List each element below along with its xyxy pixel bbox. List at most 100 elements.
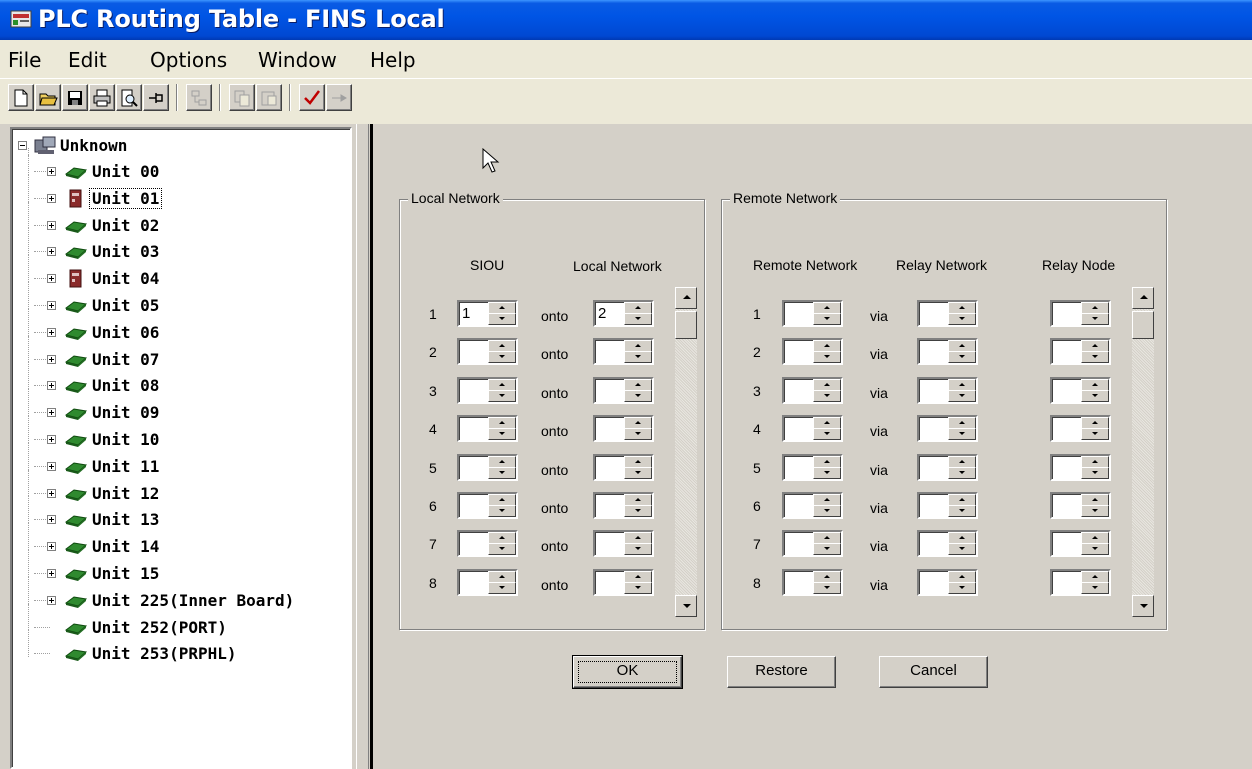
tree-item[interactable]: Unit 06 — [12, 321, 342, 347]
spin-down-icon[interactable] — [488, 581, 516, 594]
local-network-spinner[interactable] — [593, 530, 654, 558]
menu-edit[interactable]: Edit — [68, 48, 107, 72]
local-network-spinner[interactable]: 2 — [593, 300, 654, 327]
local-network-spinner[interactable] — [593, 376, 654, 404]
relay-node-spinner[interactable] — [1050, 492, 1111, 519]
spin-down-icon[interactable] — [624, 313, 652, 325]
spin-down-icon[interactable] — [1081, 389, 1109, 402]
menu-help[interactable]: Help — [370, 48, 416, 72]
spin-down-icon[interactable] — [948, 389, 976, 402]
relay-network-spinner[interactable] — [917, 376, 978, 404]
siou-spinner[interactable] — [457, 530, 518, 558]
scroll-down-button[interactable] — [1132, 595, 1154, 617]
tree-item[interactable]: Unit 08 — [12, 374, 342, 400]
relay-network-spinner[interactable] — [917, 300, 978, 327]
expand-icon[interactable] — [47, 354, 56, 364]
expand-icon[interactable] — [47, 488, 56, 498]
collapse-icon[interactable] — [18, 141, 27, 150]
print-preview-button[interactable] — [116, 84, 142, 111]
spin-down-icon[interactable] — [488, 389, 516, 402]
menu-options[interactable]: Options — [150, 48, 227, 72]
expand-icon[interactable] — [47, 595, 56, 605]
expand-icon[interactable] — [47, 274, 56, 284]
scroll-up-button[interactable] — [1132, 287, 1154, 309]
expand-icon[interactable] — [47, 220, 56, 230]
relay-node-spinner[interactable] — [1050, 376, 1111, 404]
siou-spinner-value[interactable]: 1 — [462, 305, 470, 322]
spin-down-icon[interactable] — [948, 466, 976, 479]
tree-item[interactable]: Unit 13 — [12, 508, 342, 534]
spin-down-icon[interactable] — [813, 351, 841, 364]
title-bar[interactable]: PLC Routing Table - FINS Local — [0, 0, 1252, 40]
siou-spinner[interactable]: 1 — [457, 300, 518, 327]
open-button[interactable] — [35, 84, 61, 111]
expand-icon[interactable] — [47, 381, 56, 391]
relay-network-spinner[interactable] — [917, 453, 978, 481]
relay-node-spinner[interactable] — [1050, 453, 1111, 481]
scroll-up-button[interactable] — [675, 287, 697, 309]
spin-down-icon[interactable] — [813, 505, 841, 517]
relay-network-spinner[interactable] — [917, 530, 978, 558]
spin-down-icon[interactable] — [813, 313, 841, 325]
spin-down-icon[interactable] — [813, 543, 841, 556]
expand-icon[interactable] — [47, 327, 56, 337]
siou-spinner[interactable] — [457, 338, 518, 366]
remote-scrollbar[interactable] — [1132, 287, 1154, 617]
pin-button[interactable] — [143, 84, 169, 111]
spin-down-icon[interactable] — [488, 543, 516, 556]
spin-down-icon[interactable] — [488, 313, 516, 325]
expand-icon[interactable] — [47, 515, 56, 525]
siou-spinner[interactable] — [457, 492, 518, 519]
spin-down-icon[interactable] — [948, 351, 976, 364]
tree-item[interactable]: Unit 11 — [12, 455, 342, 481]
local-network-spinner-value[interactable]: 2 — [598, 305, 606, 322]
spin-down-icon[interactable] — [488, 351, 516, 364]
expand-icon[interactable] — [47, 461, 56, 471]
expand-icon[interactable] — [47, 167, 56, 176]
tree-item[interactable]: Unit 01 — [12, 187, 342, 213]
spin-down-icon[interactable] — [1081, 505, 1109, 517]
tree-item[interactable]: Unit 225(Inner Board) — [12, 589, 342, 615]
tree-item[interactable]: Unit 07 — [12, 348, 342, 374]
cancel-button[interactable]: Cancel — [879, 656, 988, 688]
scroll-thumb[interactable] — [675, 311, 697, 339]
siou-spinner[interactable] — [457, 415, 518, 443]
remote-network-spinner[interactable] — [782, 568, 843, 596]
network-button[interactable] — [186, 84, 212, 111]
spin-down-icon[interactable] — [948, 313, 976, 325]
save-button[interactable] — [62, 84, 88, 111]
expand-icon[interactable] — [47, 569, 56, 578]
relay-node-spinner[interactable] — [1050, 300, 1111, 327]
restore-button[interactable]: Restore — [727, 656, 836, 688]
spin-down-icon[interactable] — [624, 428, 652, 441]
spin-down-icon[interactable] — [813, 466, 841, 479]
local-scrollbar[interactable] — [675, 287, 697, 617]
expand-icon[interactable] — [47, 301, 56, 310]
spin-down-icon[interactable] — [813, 581, 841, 594]
spin-down-icon[interactable] — [624, 351, 652, 364]
expand-icon[interactable] — [47, 408, 56, 418]
tree-root[interactable]: Unknown — [12, 134, 342, 160]
expand-icon[interactable] — [47, 247, 56, 257]
local-network-spinner[interactable] — [593, 415, 654, 443]
tree-item[interactable]: Unit 09 — [12, 401, 342, 427]
remote-network-spinner[interactable] — [782, 338, 843, 366]
tree-item[interactable]: Unit 14 — [12, 535, 342, 561]
spin-down-icon[interactable] — [813, 428, 841, 441]
tree-item[interactable]: Unit 253(PRPHL) — [12, 642, 342, 668]
siou-spinner[interactable] — [457, 568, 518, 596]
spin-down-icon[interactable] — [1081, 543, 1109, 556]
relay-network-spinner[interactable] — [917, 568, 978, 596]
relay-node-spinner[interactable] — [1050, 338, 1111, 366]
ok-button[interactable]: OK — [572, 655, 683, 689]
spin-down-icon[interactable] — [1081, 428, 1109, 441]
relay-network-spinner[interactable] — [917, 415, 978, 443]
remote-network-spinner[interactable] — [782, 415, 843, 443]
paste-button[interactable] — [256, 84, 282, 111]
new-file-button[interactable] — [8, 84, 34, 111]
remote-network-spinner[interactable] — [782, 492, 843, 519]
check-button[interactable] — [299, 84, 325, 111]
copy-button[interactable] — [229, 84, 255, 111]
transfer-button[interactable] — [326, 84, 352, 111]
relay-network-spinner[interactable] — [917, 492, 978, 519]
